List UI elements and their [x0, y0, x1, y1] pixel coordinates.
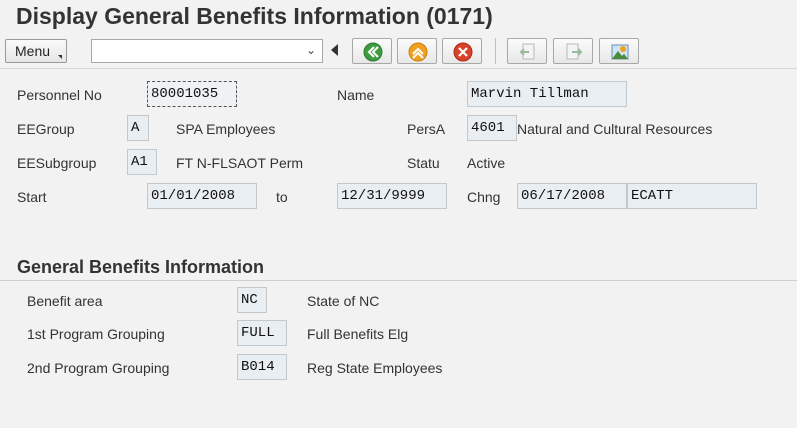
exit-icon — [408, 42, 428, 62]
second-program-grouping-field[interactable]: B014 — [237, 354, 287, 380]
persa-text: Natural and Cultural Resources — [517, 121, 713, 137]
toolbar-separator — [495, 38, 496, 64]
start-label: Start — [17, 189, 47, 205]
section-title: General Benefits Information — [17, 257, 265, 277]
benefit-area-label: Benefit area — [27, 293, 103, 309]
second-program-grouping-text: Reg State Employees — [307, 360, 443, 376]
overview-icon — [611, 44, 629, 60]
eesubgroup-field[interactable]: A1 — [127, 149, 157, 175]
persa-field[interactable]: 4601 — [467, 115, 517, 141]
personnel-no-field[interactable]: 80001035 — [147, 81, 237, 107]
menu-button-label: Menu — [15, 43, 51, 59]
previous-record-button[interactable] — [507, 38, 547, 64]
command-field[interactable]: ⌄ — [91, 39, 323, 63]
exit-button[interactable] — [397, 38, 437, 64]
status-label: Statu — [407, 155, 440, 171]
overview-button[interactable] — [599, 38, 639, 64]
first-program-grouping-field[interactable]: FULL — [237, 320, 287, 346]
next-record-button[interactable] — [553, 38, 593, 64]
first-program-grouping-label: 1st Program Grouping — [27, 326, 165, 342]
menu-dropdown-icon — [58, 55, 62, 59]
next-record-icon — [566, 43, 583, 60]
eesubgroup-text: FT N-FLSAOT Perm — [176, 155, 304, 171]
toolbar: Menu ⌄ — [0, 34, 797, 69]
benefit-area-text: State of NC — [307, 293, 380, 309]
back-icon — [363, 42, 383, 62]
chng-date-field[interactable]: 06/17/2008 — [517, 183, 627, 209]
chevron-down-icon[interactable]: ⌄ — [306, 43, 316, 57]
eegroup-text: SPA Employees — [176, 121, 276, 137]
menu-button[interactable]: Menu — [5, 39, 67, 63]
status-text: Active — [467, 155, 506, 171]
cancel-button[interactable] — [442, 38, 482, 64]
section-divider — [0, 280, 797, 281]
eesubgroup-label: EESubgroup — [17, 155, 97, 171]
first-program-grouping-text: Full Benefits Elg — [307, 326, 409, 342]
cancel-icon — [453, 42, 473, 62]
page-title: Display General Benefits Information (01… — [16, 3, 493, 29]
personnel-no-label: Personnel No — [17, 87, 102, 103]
benefit-area-field[interactable]: NC — [237, 287, 267, 313]
chng-user-field[interactable]: ECATT — [627, 183, 757, 209]
eegroup-field[interactable]: A — [127, 115, 149, 141]
end-date-field[interactable]: 12/31/9999 — [337, 183, 447, 209]
start-date-field[interactable]: 01/01/2008 — [147, 183, 257, 209]
to-label: to — [276, 189, 288, 205]
persa-label: PersA — [407, 121, 446, 137]
previous-record-icon — [519, 43, 535, 60]
name-field[interactable]: Marvin Tillman — [467, 81, 627, 107]
second-program-grouping-label: 2nd Program Grouping — [27, 360, 170, 376]
chng-label: Chng — [467, 189, 501, 205]
name-label: Name — [337, 87, 375, 103]
eegroup-label: EEGroup — [17, 121, 75, 137]
collapse-arrow-icon[interactable] — [331, 44, 338, 56]
back-button[interactable] — [352, 38, 392, 64]
